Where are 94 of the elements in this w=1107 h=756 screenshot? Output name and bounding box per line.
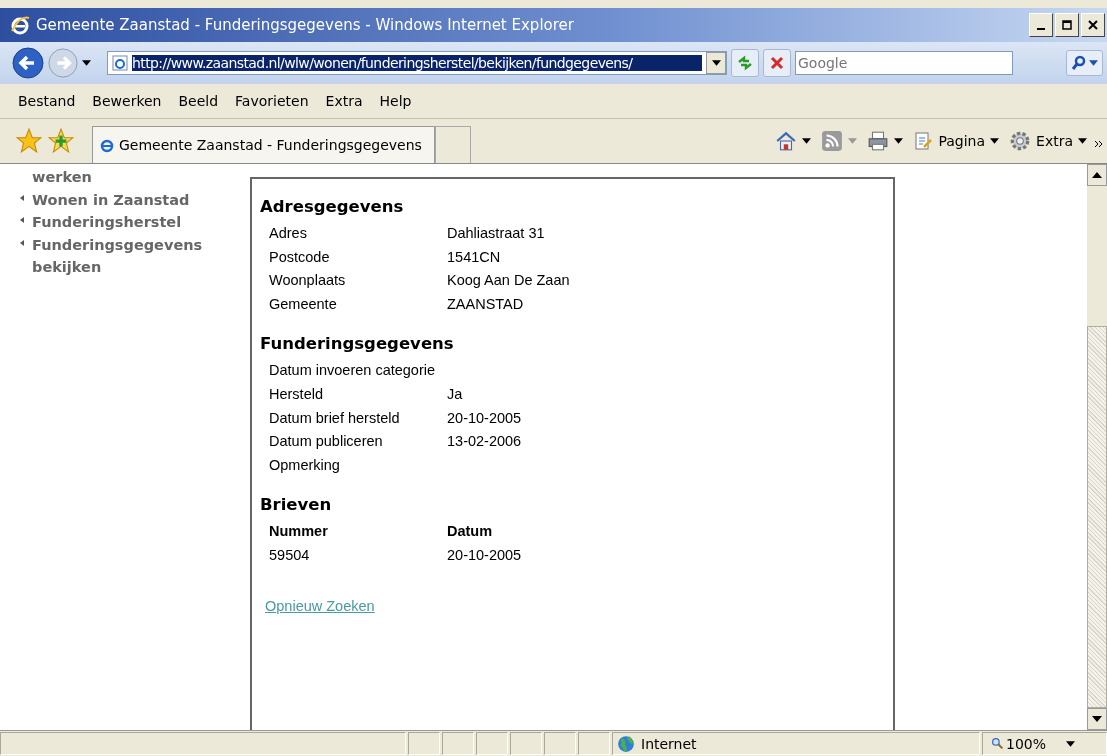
refresh-button[interactable] (731, 49, 759, 77)
house-icon (775, 130, 798, 152)
caret-icon (1066, 740, 1076, 747)
globe-icon (617, 734, 635, 753)
page-icon (913, 131, 934, 151)
stop-button[interactable] (763, 49, 791, 77)
sidebar-link[interactable]: werken (32, 166, 222, 189)
section-heading: Brieven (260, 495, 333, 515)
maximize-icon (1062, 20, 1072, 30)
field-label: Datum publiceren (269, 432, 384, 452)
address-field[interactable]: http://www.zaanstad.nl/wlw/wonen/funderingsherstel/bekijken/fundgegevens/ (107, 51, 727, 75)
page-menu-button[interactable]: Pagina (913, 130, 1000, 152)
field-label: Hersteld (269, 384, 324, 404)
printer-icon (867, 130, 890, 152)
status-pane (510, 732, 542, 755)
refresh-icon (737, 55, 753, 71)
menu-item[interactable]: Bewerken (92, 93, 162, 109)
field-value: 1541CN (447, 247, 502, 267)
status-pane (544, 732, 576, 755)
down-arrow-icon (1092, 716, 1102, 722)
favorites-star-icon[interactable] (16, 128, 42, 154)
minimize-button[interactable] (1029, 13, 1053, 37)
field-value: ZAANSTAD (447, 294, 525, 314)
window-title: Gemeente Zaanstad - Funderingsgegevens - Windows Internet Explorer (36, 16, 575, 34)
home-button[interactable] (775, 130, 812, 152)
magnifier-icon (991, 737, 1004, 750)
sidebar-link[interactable]: Wonen in Zaanstad (32, 188, 222, 211)
section-heading: Adresgegevens (260, 197, 405, 216)
field-value: Dahliastraat 31 (447, 224, 546, 243)
table-cell-text: 59504 (269, 545, 311, 565)
more-chevron-icon[interactable] (1095, 141, 1103, 147)
column-header: Datum (447, 522, 494, 542)
field-value: Koog Aan De Zaan (447, 271, 571, 291)
field-label: Woonplaats (269, 271, 347, 291)
caret-icon (711, 60, 721, 66)
field-label: Gemeente (269, 294, 338, 314)
add-favorite-icon[interactable] (48, 128, 74, 154)
field-label: Datum invoeren categorie (269, 361, 437, 381)
gear-icon (1009, 130, 1032, 152)
status-pane (408, 732, 440, 755)
menu-item[interactable]: Bestand (18, 93, 76, 109)
address-dropdown-button[interactable] (706, 52, 726, 74)
field-label: Postcode (269, 247, 331, 267)
menu-item[interactable]: Help (379, 93, 412, 109)
field-value: 13-02-2006 (447, 432, 523, 452)
caret-icon (990, 138, 1000, 144)
caret-icon (894, 138, 904, 144)
ie-logo-icon (10, 15, 30, 35)
stop-icon (769, 55, 785, 71)
column-header: Nummer (269, 522, 329, 542)
search-icon (1071, 55, 1087, 71)
up-arrow-icon (1092, 172, 1102, 178)
arrow-icon (20, 194, 24, 201)
arrow-icon (20, 217, 24, 223)
field-value: Ja (447, 384, 464, 404)
search-button[interactable] (1066, 50, 1103, 76)
zoom-button[interactable]: 100% (982, 732, 1107, 755)
section-heading: Funderingsgegevens (260, 334, 455, 354)
close-icon (1088, 20, 1098, 30)
back-button[interactable] (12, 47, 44, 79)
caret-icon (848, 138, 858, 144)
caret-icon (802, 138, 812, 144)
scroll-up-button[interactable] (1087, 164, 1107, 186)
ie-logo-icon (99, 137, 115, 153)
scroll-down-button[interactable] (1087, 708, 1107, 730)
minimize-icon (1037, 28, 1045, 30)
tools-menu-button[interactable]: Extra (1009, 130, 1087, 152)
caret-icon (1089, 60, 1098, 66)
maximize-button[interactable] (1055, 13, 1079, 37)
status-pane (578, 732, 610, 755)
status-pane (442, 732, 474, 755)
caret-icon (1078, 138, 1087, 144)
field-label: Datum brief hersteld (269, 408, 401, 428)
page-icon (112, 55, 128, 71)
menu-item[interactable]: Favorieten (235, 93, 309, 109)
print-button[interactable] (867, 130, 904, 152)
field-value: 20-10-2005 (447, 408, 523, 428)
search-field[interactable]: Google (795, 51, 1013, 75)
menu-item[interactable]: Extra (325, 93, 363, 109)
status-pane (476, 732, 508, 755)
zone-label: Internet (641, 735, 697, 752)
close-button[interactable] (1081, 13, 1105, 37)
table-cell-text: 20-10-2005 (447, 545, 523, 565)
feeds-button[interactable] (821, 130, 858, 152)
scrollbar[interactable] (1087, 164, 1107, 730)
sidebar-link[interactable]: Funderingsherstel (32, 211, 222, 234)
menu-item[interactable]: Beeld (178, 93, 219, 109)
field-label: Opmerking (269, 455, 341, 475)
history-dropdown-icon[interactable] (82, 60, 91, 66)
arrow-icon (20, 239, 24, 246)
feed-icon (821, 130, 844, 152)
field-label: Adres (269, 224, 308, 243)
browser-tab[interactable]: Gemeente Zaanstad - Funderingsgegevens (92, 126, 435, 163)
sidebar-link[interactable]: Funderingsgegevens bekijken (32, 233, 222, 279)
